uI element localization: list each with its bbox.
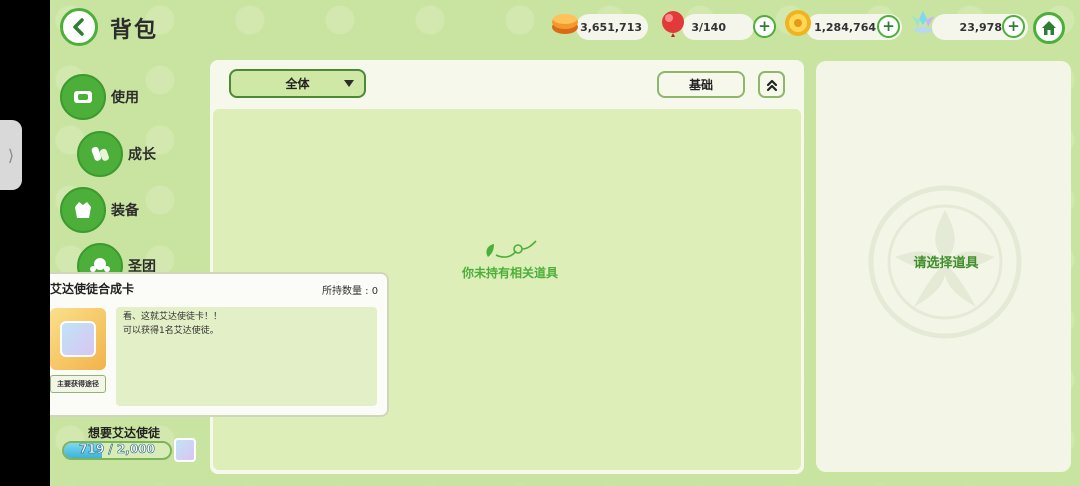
tooltip-desc-line: 看、这就艾达使徒卡！！: [123, 312, 223, 322]
resource-value: 23,978: [959, 20, 1002, 34]
resource-value: 1,284,764: [814, 20, 876, 34]
sidebar-item-growth[interactable]: 成长: [77, 131, 156, 177]
sprout-leaf-icon: [486, 240, 537, 258]
game-screen: 背包 3,651,713 3/140 + 1,284,764 + 23,978 …: [50, 0, 1080, 486]
basic-sort-button[interactable]: 基础: [657, 71, 745, 98]
resource-red-candy: 3/140: [682, 14, 754, 40]
side-drawer-handle[interactable]: ⟩: [0, 120, 22, 190]
acquisition-source-button[interactable]: 主要获得途径: [50, 375, 106, 393]
tooltip-description: 看、这就艾达使徒卡！！ 可以获得1名艾达使徒。: [116, 307, 377, 406]
equipment-icon: [60, 187, 106, 233]
sidebar-item-use[interactable]: 使用: [60, 74, 139, 120]
tooltip-title: 艾达使徒合成卡: [50, 282, 135, 296]
synthesis-card-icon: [50, 308, 106, 370]
home-button[interactable]: [1033, 12, 1065, 44]
gold-coin-stack-icon: [552, 14, 578, 34]
progress-label: 想要艾达使徒: [88, 426, 161, 440]
red-candy-icon: [662, 11, 684, 37]
sort-order-button[interactable]: [758, 71, 785, 98]
select-item-prompt: 请选择道具: [913, 256, 979, 271]
resource-gold-stack: 3,651,713: [576, 14, 648, 40]
add-coin-button[interactable]: +: [877, 15, 900, 38]
sidebar-item-label: 使用: [111, 90, 139, 106]
double-chevron-up-icon: [766, 79, 777, 91]
apostle-card-icon: [174, 438, 196, 462]
page-title: 背包: [110, 18, 159, 43]
sidebar-item-equipment[interactable]: 装备: [60, 187, 139, 233]
home-icon: [1042, 21, 1056, 35]
caret-down-icon: [344, 80, 354, 87]
left-black-strip: [0, 0, 50, 486]
basic-sort-label: 基础: [688, 78, 713, 92]
use-icon: [60, 74, 106, 120]
add-candy-button[interactable]: +: [753, 15, 776, 38]
category-filter-dropdown[interactable]: 全体: [229, 69, 366, 98]
sidebar-item-label: 成长: [128, 147, 156, 163]
growth-icon: [77, 131, 123, 177]
progress-text: 719 / 2,000: [79, 442, 155, 457]
filter-selected-label: 全体: [285, 77, 310, 91]
resource-value: 3/140: [691, 20, 726, 34]
back-button[interactable]: [60, 8, 98, 46]
tooltip-desc-line: 可以获得1名艾达使徒。: [123, 326, 219, 336]
add-crystal-button[interactable]: +: [1002, 15, 1025, 38]
resource-value: 3,651,713: [580, 20, 642, 34]
empty-inventory-text: 你未持有相关道具: [461, 266, 558, 280]
tooltip-owned-count: 所持数量 : 0: [322, 286, 379, 297]
yellow-coin-icon: [785, 10, 811, 36]
crystal-gem-icon: [912, 11, 934, 33]
sidebar-item-label: 装备: [111, 203, 139, 219]
chevron-left-icon: [73, 18, 84, 36]
